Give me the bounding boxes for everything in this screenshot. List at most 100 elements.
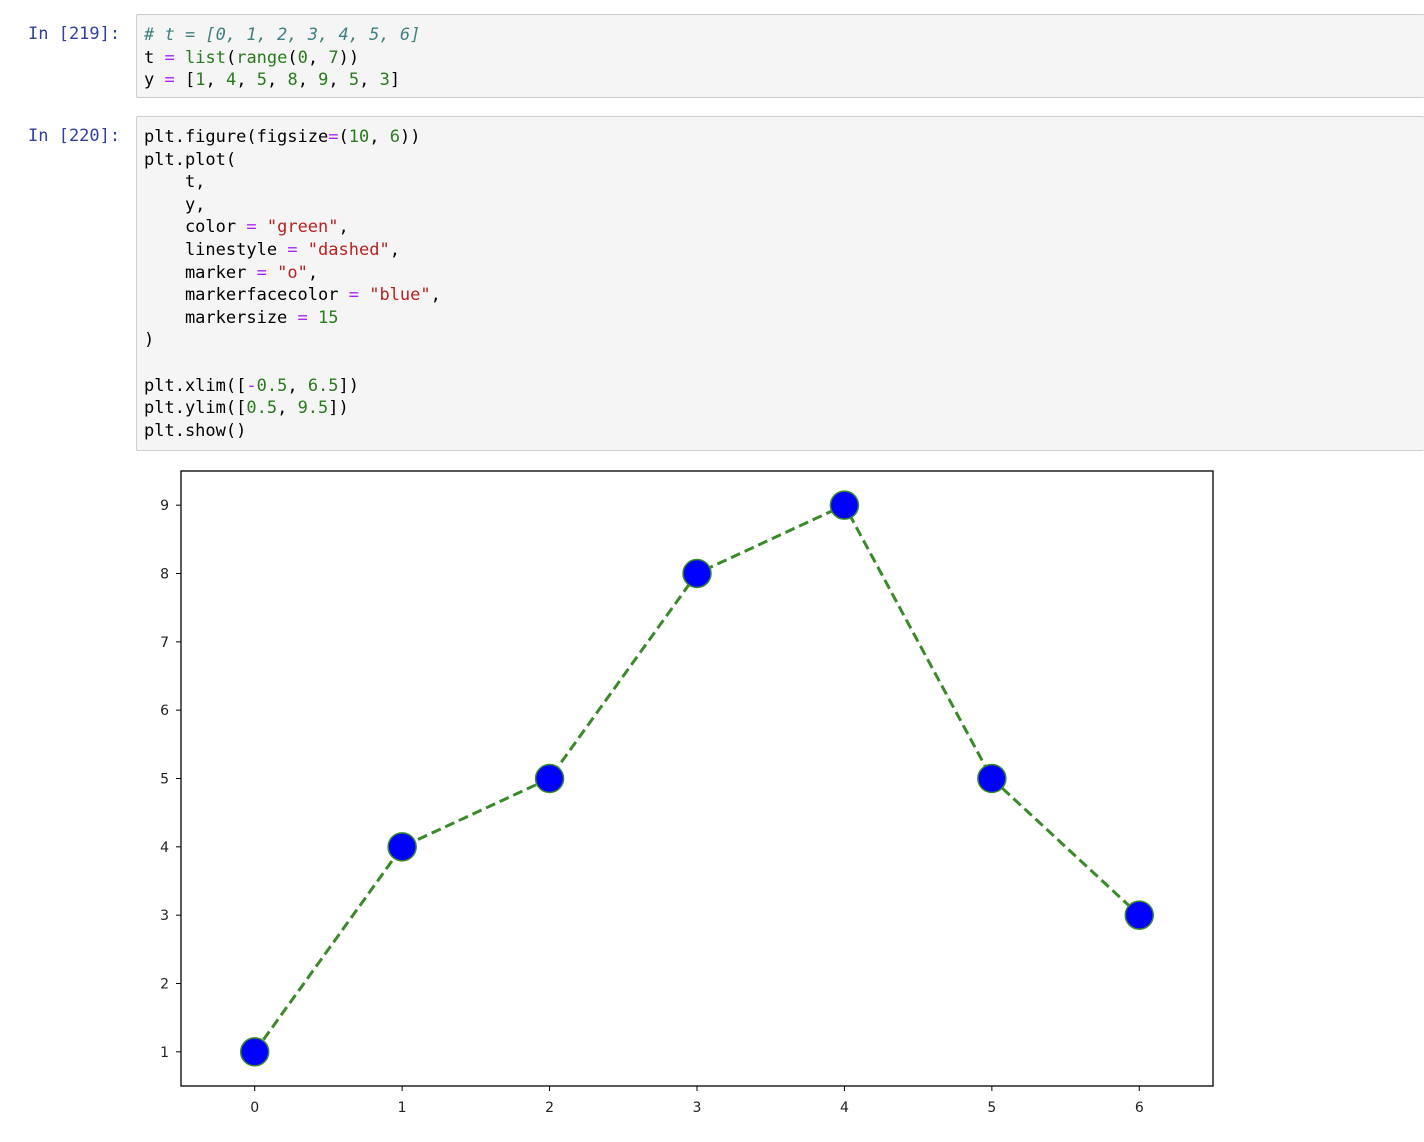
code-token: ) (144, 330, 155, 351)
y-tick-label: 4 (160, 840, 169, 856)
code-token: , (338, 217, 349, 238)
output-line-chart: 0 1 2 3 4 5 6 1 2 3 4 5 6 7 8 9 (160, 470, 1214, 1116)
input-prompt: In [219]: (28, 24, 121, 44)
x-tick-label: 0 (250, 1100, 259, 1116)
code-token: "o" (277, 262, 308, 283)
code-token: plt.plot( (144, 149, 237, 170)
code-token: = (328, 127, 339, 147)
y-tick-label: 7 (160, 635, 169, 651)
code-token: , (430, 285, 441, 306)
code-token: ( (287, 47, 298, 68)
code-token: color (144, 217, 247, 238)
code-line: color = "green", (144, 216, 1424, 239)
code-token: 9.5 (297, 398, 329, 419)
code-token: 1 (195, 70, 206, 91)
code-editor[interactable]: # t = [0, 1, 2, 3, 4, 5, 6] t = list(rang… (137, 15, 1424, 92)
code-line: markerfacecolor = "blue", (144, 284, 1424, 307)
x-tick-label: 4 (840, 1100, 849, 1116)
code-editor[interactable]: plt.figure(figsize=(10, 6)) plt.plot( t, … (137, 117, 1424, 442)
y-tick-label: 3 (160, 908, 169, 924)
code-input-area[interactable]: plt.figure(figsize=(10, 6)) plt.plot( t, … (136, 116, 1424, 451)
code-token: , (359, 70, 380, 91)
code-token: 0.5 (256, 375, 288, 396)
code-token: 10 (348, 127, 370, 147)
code-token: , (369, 127, 390, 147)
code-token: plt.show() (144, 420, 247, 441)
x-tick-label: 1 (398, 1100, 407, 1116)
y-tick-label: 2 (160, 977, 169, 993)
code-token: "green" (266, 217, 339, 238)
code-token: [ (174, 70, 196, 91)
code-token: ( (225, 47, 237, 68)
code-token: - (246, 375, 257, 396)
code-token: 9 (318, 70, 329, 91)
x-tick-label: 3 (693, 1100, 702, 1116)
x-tick-label: 6 (1135, 1100, 1144, 1116)
code-token: 8 (287, 70, 298, 91)
data-point-marker (239, 1037, 270, 1067)
code-token: )) (338, 47, 360, 68)
code-token: = (256, 262, 267, 283)
code-line: y = [1, 4, 5, 8, 9, 5, 3] (144, 69, 1424, 92)
code-line: plt.show() (144, 420, 1424, 443)
code-token: 5 (256, 70, 267, 91)
code-line: y, (144, 194, 1424, 217)
code-token: , (389, 239, 400, 260)
code-token: markerfacecolor (144, 285, 349, 306)
code-token: 7 (328, 47, 339, 68)
code-token: , (236, 70, 257, 91)
code-token: ] (389, 70, 401, 91)
x-tick-label: 5 (987, 1100, 996, 1116)
code-token: y, (144, 194, 206, 215)
code-token: )) (399, 127, 421, 147)
code-token: markersize (144, 307, 298, 328)
code-token: range (236, 47, 288, 68)
code-token: 6 (389, 127, 400, 147)
data-point-marker (534, 763, 565, 794)
code-line: markersize = 15 (144, 307, 1424, 330)
code-line: t = list(range(0, 7)) (144, 47, 1424, 70)
code-token: , (307, 47, 329, 68)
code-token: 5 (348, 70, 360, 91)
code-line: ) (144, 329, 1424, 352)
code-token: , (307, 262, 319, 283)
code-token: , (328, 70, 349, 91)
code-token: # t = [0, 1, 2, 3, 4, 5, 6] (144, 25, 421, 45)
code-line: # t = [0, 1, 2, 3, 4, 5, 6] (144, 24, 1424, 47)
code-line: plt.figure(figsize=(10, 6)) (144, 126, 1424, 149)
code-line: plt.plot( (144, 149, 1424, 172)
x-tick-label: 2 (545, 1100, 554, 1116)
data-point-marker (1124, 900, 1155, 930)
code-token: 15 (318, 307, 339, 328)
code-token: = (348, 285, 359, 306)
code-token: = (164, 70, 175, 91)
code-line: linestyle = "dashed", (144, 239, 1424, 262)
code-token: linestyle (144, 239, 288, 260)
y-tick-label: 1 (160, 1045, 169, 1061)
code-token: plt.figure(figsize (144, 127, 329, 147)
code-token: "blue" (369, 285, 431, 306)
code-token: 4 (225, 70, 237, 91)
code-token: t (144, 47, 155, 68)
code-token: t, (144, 172, 206, 193)
y-tick-label: 8 (160, 567, 169, 583)
code-token: = (164, 47, 175, 68)
input-prompt: In [220]: (28, 126, 121, 146)
y-tick-label: 9 (160, 498, 169, 514)
data-point-marker (682, 558, 712, 589)
code-token: , (297, 70, 319, 91)
code-token: 3 (379, 70, 390, 91)
code-input-area[interactable]: # t = [0, 1, 2, 3, 4, 5, 6] t = list(rang… (136, 14, 1424, 98)
code-token: y (144, 70, 155, 91)
code-line: plt.xlim([-0.5, 6.5]) (144, 375, 1424, 398)
data-point-marker (977, 763, 1007, 794)
